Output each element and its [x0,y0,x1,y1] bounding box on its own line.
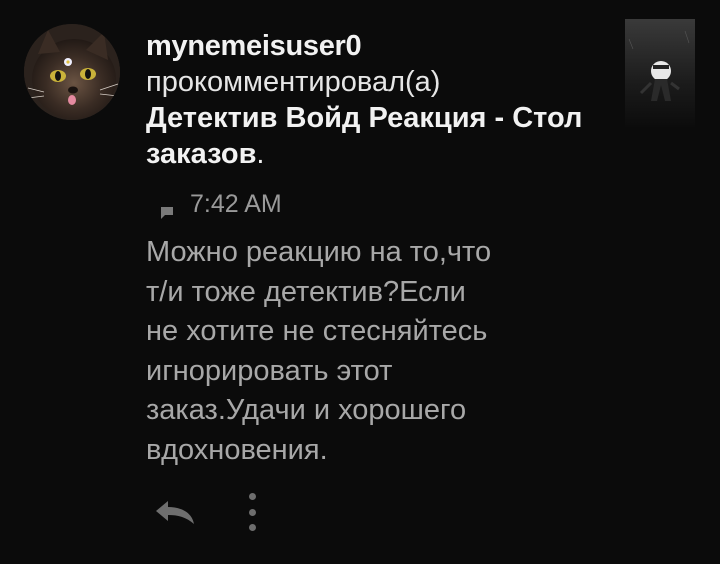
comment-line: игнорировать этот [146,354,393,387]
comment-time: 7:42 AM [190,190,282,218]
comment-line: не хотите не стесняйтесь [146,315,488,348]
comment-line: Можно реакцию на то,что [146,236,492,268]
comment-line: т/и тоже детектив?Если [146,275,466,308]
cat-avatar-image [24,24,120,120]
post-thumbnail-image [625,19,695,127]
post-thumbnail[interactable] [625,19,695,127]
reply-icon [156,501,194,524]
notification-header: mynemeisuser0 прокомментировал(а) Детект… [146,28,586,172]
avatar[interactable] [24,24,120,120]
reply-button[interactable] [148,494,200,530]
comment-actions [148,493,262,531]
comment-line: заказ.Удачи и хорошего [146,394,467,427]
more-vertical-icon [248,493,256,500]
comment-line: вдохновения. [146,433,328,466]
notification-item[interactable]: mynemeisuser0 прокомментировал(а) Детект… [0,0,720,564]
post-title-suffix: . [256,138,265,170]
comment-meta: 7:42 AM [160,190,282,219]
username-link[interactable]: mynemeisuser0 [146,28,586,64]
comment-body: Можно реакцию на то,что т/и тоже детекти… [146,233,576,471]
comment-icon [160,198,174,219]
more-options-button[interactable] [242,493,262,531]
post-title-link[interactable]: Детектив Войд Реакция - Стол заказов [146,102,582,170]
action-text: прокомментировал(а) [146,66,441,98]
